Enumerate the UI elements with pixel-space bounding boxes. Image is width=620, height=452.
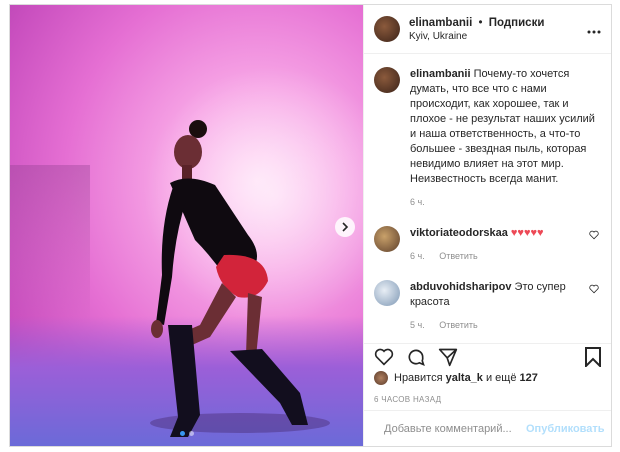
- post-header: elinambanii • Подписки Kyiv, Ukraine: [364, 5, 611, 54]
- carousel-dot: [188, 431, 194, 436]
- commenter-avatar[interactable]: [374, 280, 400, 306]
- share-icon[interactable]: [438, 347, 458, 367]
- following-button[interactable]: Подписки: [489, 17, 545, 29]
- bookmark-icon[interactable]: [585, 346, 601, 367]
- comments-list[interactable]: elinambanii Почему-то хочется думать, чт…: [374, 67, 601, 347]
- heart-outline-icon: [589, 230, 599, 240]
- next-slide-button[interactable]: [335, 217, 355, 237]
- post-location[interactable]: Kyiv, Ukraine: [409, 31, 587, 42]
- chevron-right-icon: [342, 222, 349, 232]
- author-avatar[interactable]: [374, 16, 400, 42]
- comment-username[interactable]: abduvohidsharipov: [410, 281, 511, 293]
- comment-time: 6 ч.: [410, 251, 425, 261]
- likes-prefix: Нравится: [394, 372, 443, 384]
- likes-count[interactable]: 127: [520, 372, 538, 384]
- more-horizontal-icon: [587, 30, 601, 34]
- list-item: abduvohidsharipov Это супер красота 5 ч.…: [374, 280, 601, 333]
- post-timestamp: 6 ЧАСОВ НАЗАД: [374, 395, 442, 404]
- carousel-dot-active: [179, 431, 185, 436]
- caption-text: Почему-то хочется думать, что все что с …: [410, 68, 595, 185]
- author-username[interactable]: elinambanii: [409, 17, 472, 29]
- liker-username[interactable]: yalta_k: [446, 372, 483, 384]
- commenter-avatar[interactable]: [374, 226, 400, 252]
- reply-button[interactable]: Ответить: [439, 320, 477, 330]
- header-separator: •: [478, 16, 483, 29]
- comment-username[interactable]: viktoriateodorskaa: [410, 227, 508, 239]
- comment-icon[interactable]: [406, 347, 426, 367]
- heart-icon[interactable]: [374, 348, 394, 366]
- comment-input[interactable]: [384, 422, 526, 435]
- caption-time: 6 ч.: [410, 197, 425, 207]
- caption: elinambanii Почему-то хочется думать, чт…: [374, 67, 601, 210]
- add-comment-bar: Опубликовать: [364, 410, 611, 446]
- comment-time: 5 ч.: [410, 320, 425, 330]
- caption-username[interactable]: elinambanii: [410, 68, 471, 80]
- liker-avatar: [374, 371, 388, 385]
- list-item: viktoriateodorskaa ♥♥♥♥♥ 6 ч. Ответить: [374, 226, 601, 264]
- more-options-button[interactable]: [587, 21, 601, 37]
- post-photo[interactable]: [10, 5, 363, 446]
- dancer-figure: [150, 120, 330, 437]
- like-comment-button[interactable]: [587, 284, 601, 333]
- reply-button[interactable]: Ответить: [439, 251, 477, 261]
- post-side-panel: elinambanii • Подписки Kyiv, Ukraine eli…: [363, 5, 611, 446]
- publish-button[interactable]: Опубликовать: [526, 423, 605, 435]
- instagram-post: elinambanii • Подписки Kyiv, Ukraine eli…: [9, 4, 612, 447]
- caption-avatar[interactable]: [374, 67, 400, 93]
- action-bar: [364, 343, 611, 369]
- carousel-indicator: [179, 431, 194, 436]
- heart-outline-icon: [589, 284, 599, 294]
- comment-text: ♥♥♥♥♥: [510, 227, 544, 239]
- likes-summary[interactable]: Нравится yalta_k и ещё 127: [374, 371, 538, 385]
- likes-middle: и ещё: [485, 372, 517, 384]
- like-comment-button[interactable]: [587, 230, 601, 264]
